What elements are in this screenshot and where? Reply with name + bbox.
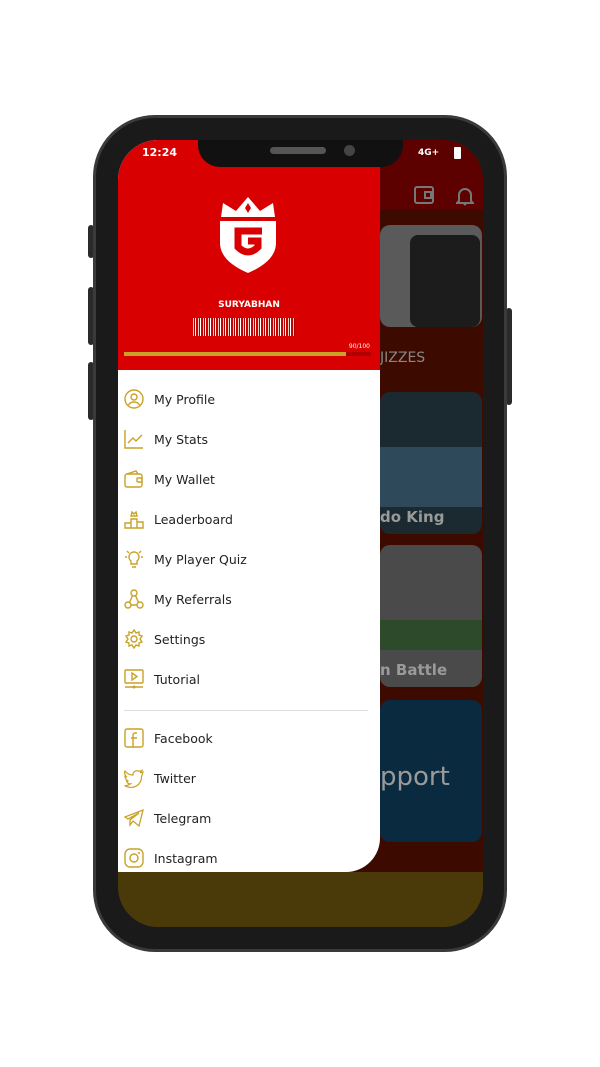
menu-item-label: My Stats xyxy=(154,431,209,447)
user-icon xyxy=(124,389,144,409)
menu-item-twitter[interactable]: Twitter xyxy=(124,766,364,790)
menu-item-my-profile[interactable]: My Profile xyxy=(124,387,364,411)
navigation-drawer: SURYABHAN 90/100 My Profile My Stats My Wa… xyxy=(118,140,380,872)
bell-icon[interactable] xyxy=(456,186,474,206)
menu-item-label: Telegram xyxy=(154,810,212,826)
menu-item-instagram[interactable]: Instagram xyxy=(124,846,364,870)
menu-item-my-referrals[interactable]: My Referrals xyxy=(124,587,364,611)
gear-icon xyxy=(124,629,144,649)
banner-card[interactable] xyxy=(380,225,482,327)
telegram-icon xyxy=(124,808,144,828)
bulb-icon xyxy=(125,550,143,568)
menu-item-my-wallet[interactable]: My Wallet xyxy=(124,467,364,491)
menu-item-label: My Profile xyxy=(154,391,216,407)
progress-fill xyxy=(124,352,347,356)
drawer-header: SURYABHAN 90/100 xyxy=(118,140,380,370)
menu-item-label: Leaderboard xyxy=(154,511,233,527)
menu-item-leaderboard[interactable]: Leaderboard xyxy=(124,507,364,531)
username: SURYABHAN xyxy=(218,300,280,310)
instagram-icon xyxy=(124,848,144,868)
menu-item-tutorial[interactable]: Tutorial xyxy=(124,667,364,691)
screen: JIZZES do King n Battle pport 12:24 4G+ … xyxy=(118,140,483,927)
battery-icon xyxy=(454,147,461,159)
progress-bar xyxy=(124,352,371,356)
menu-item-label: My Wallet xyxy=(154,471,215,487)
chart-icon xyxy=(124,430,143,449)
game-card[interactable]: do King xyxy=(380,392,482,534)
podium-icon xyxy=(124,510,144,529)
app-logo xyxy=(220,197,276,273)
menu-item-label: Instagram xyxy=(154,850,218,866)
menu-item-label: Facebook xyxy=(154,730,213,746)
clock: 12:24 xyxy=(142,146,178,159)
menu-item-settings[interactable]: Settings xyxy=(124,627,364,651)
network-indicator: 4G+ xyxy=(418,148,440,158)
share-icon xyxy=(124,589,144,609)
section-title: JIZZES xyxy=(380,350,426,366)
menu-item-my-stats[interactable]: My Stats xyxy=(124,427,364,451)
twitter-icon xyxy=(124,769,144,788)
divider xyxy=(124,710,368,711)
wallet-icon[interactable] xyxy=(414,186,434,204)
video-icon xyxy=(124,669,144,689)
progress-label: 90/100 xyxy=(348,343,370,350)
menu-item-label: My Referrals xyxy=(154,591,232,607)
menu-item-telegram[interactable]: Telegram xyxy=(124,806,364,830)
menu-item-label: Twitter xyxy=(154,770,196,786)
wallet-icon xyxy=(124,470,143,488)
user-barcode xyxy=(193,318,295,336)
speaker xyxy=(270,147,326,154)
menu-item-facebook[interactable]: Facebook xyxy=(124,726,364,750)
facebook-icon xyxy=(124,728,144,748)
camera xyxy=(344,145,355,156)
menu-item-label: Tutorial xyxy=(154,671,200,687)
menu-item-label: Settings xyxy=(154,631,206,647)
menu-item-label: My Player Quiz xyxy=(154,551,247,567)
game-card[interactable]: n Battle xyxy=(380,545,482,687)
notch xyxy=(198,140,403,167)
menu-item-my-player-quiz[interactable]: My Player Quiz xyxy=(124,547,364,571)
support-card[interactable]: pport xyxy=(380,700,482,842)
